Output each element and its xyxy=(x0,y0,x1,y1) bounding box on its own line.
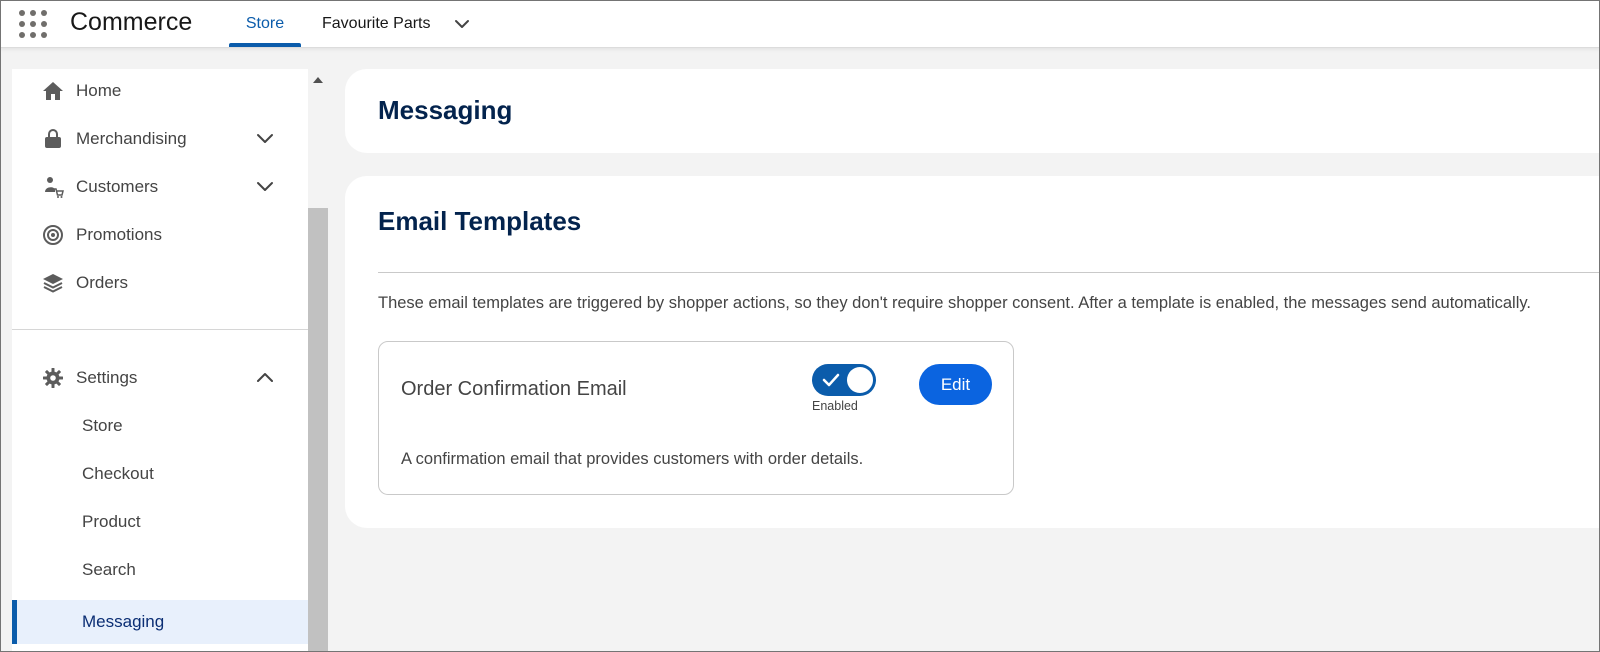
sidebar-item-label: Home xyxy=(76,81,122,100)
scroll-up-arrow-icon[interactable] xyxy=(313,77,323,83)
sidebar-subitem-label: Store xyxy=(82,416,123,435)
sidebar-subitem-label: Search xyxy=(82,560,136,579)
template-description: A confirmation email that provides custo… xyxy=(401,450,864,468)
sidebar-item-customers[interactable]: Customers xyxy=(12,165,308,209)
email-templates-card: Email Templates These email templates ar… xyxy=(345,176,1600,528)
chevron-down-icon[interactable] xyxy=(255,177,275,197)
app-launcher-grid-icon[interactable] xyxy=(18,9,48,39)
sidebar-subitem-messaging[interactable]: Messaging xyxy=(12,600,308,644)
edit-button[interactable]: Edit xyxy=(919,364,992,405)
section-title: Email Templates xyxy=(378,206,582,236)
sidebar-divider xyxy=(12,329,308,330)
sidebar-subitem-checkout[interactable]: Checkout xyxy=(12,452,308,496)
template-name: Order Confirmation Email xyxy=(401,378,627,400)
sidebar-item-orders[interactable]: Orders xyxy=(12,261,308,305)
sidebar-nav: Home Merchandising Customers Promotions xyxy=(12,69,308,652)
sidebar-item-label: Orders xyxy=(76,273,128,292)
sidebar-item-label: Settings xyxy=(76,368,138,387)
sidebar-subitem-label: Messaging xyxy=(82,612,165,631)
sidebar-subitem-store[interactable]: Store xyxy=(12,404,308,448)
layers-icon xyxy=(43,274,63,293)
section-description: These email templates are triggered by s… xyxy=(378,294,1531,312)
sidebar-item-label: Customers xyxy=(76,177,159,196)
home-icon xyxy=(43,82,63,100)
sidebar-subitem-label: Product xyxy=(82,512,141,531)
page-title: Messaging xyxy=(378,95,513,125)
person-cart-icon xyxy=(45,177,64,198)
tab-store[interactable]: Store xyxy=(229,0,301,47)
check-icon xyxy=(822,373,840,387)
sidebar-subitem-search[interactable]: Search xyxy=(12,548,308,592)
sidebar-item-label: Promotions xyxy=(76,225,162,244)
sidebar-item-label: Merchandising xyxy=(76,129,187,148)
page-header-card: Messaging xyxy=(345,69,1600,153)
sidebar-subitem-label: Checkout xyxy=(82,464,154,483)
template-enabled-toggle[interactable] xyxy=(812,364,876,396)
sidebar-item-merchandising[interactable]: Merchandising xyxy=(12,117,308,161)
gear-icon xyxy=(43,368,63,388)
toggle-status-label: Enabled xyxy=(812,399,858,413)
sidebar-item-settings[interactable]: Settings xyxy=(12,356,308,400)
lock-bag-icon xyxy=(45,129,61,148)
chevron-down-icon[interactable] xyxy=(255,129,275,149)
global-header: Commerce Store Favourite Parts xyxy=(0,0,1600,48)
sidebar-subitem-product[interactable]: Product xyxy=(12,500,308,544)
toggle-knob xyxy=(847,367,873,393)
section-divider xyxy=(378,272,1600,273)
sidebar-item-home[interactable]: Home xyxy=(12,69,308,113)
template-card-order-confirmation: Order Confirmation Email Enabled Edit A … xyxy=(378,341,1014,495)
tab-favourite-parts[interactable]: Favourite Parts xyxy=(322,0,430,47)
chevron-up-icon[interactable] xyxy=(255,368,275,388)
app-name: Commerce xyxy=(70,8,193,36)
sidebar-item-promotions[interactable]: Promotions xyxy=(12,213,308,257)
target-icon xyxy=(43,225,63,245)
sidebar-scrollbar-thumb[interactable] xyxy=(308,208,328,652)
chevron-down-icon[interactable] xyxy=(452,14,472,34)
